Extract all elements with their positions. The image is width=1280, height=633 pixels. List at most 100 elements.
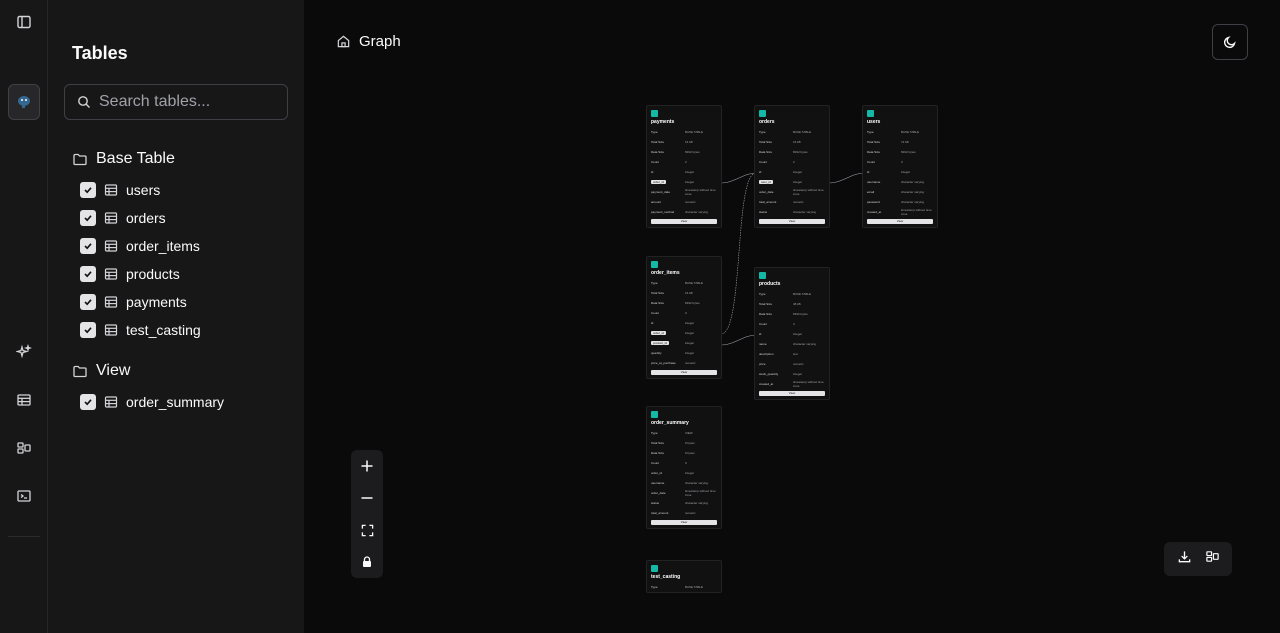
- node-view-button[interactable]: View: [651, 219, 717, 224]
- layout-button[interactable]: [1205, 549, 1220, 569]
- row-value: text: [792, 352, 798, 356]
- zoom-out-button[interactable]: [351, 482, 383, 514]
- checkbox[interactable]: [80, 294, 96, 310]
- node-row: description text: [759, 349, 825, 359]
- search-input[interactable]: [99, 93, 279, 111]
- database-button[interactable]: [8, 84, 40, 120]
- node-header: test_casting: [651, 565, 717, 580]
- checkbox[interactable]: [80, 266, 96, 282]
- row-value: integer: [684, 341, 695, 345]
- row-key: id: [759, 170, 762, 174]
- table-item-order-summary[interactable]: order_summary: [80, 392, 224, 412]
- table-item-label: payments: [126, 294, 187, 310]
- node-row: Total Size 72 kB: [867, 137, 933, 147]
- zoom-in-button[interactable]: [351, 450, 383, 482]
- table-item-test-casting[interactable]: test_casting: [80, 320, 201, 340]
- node-row: price_at_purchase numeric: [651, 358, 717, 368]
- row-key: order_date: [651, 491, 666, 495]
- lock-button[interactable]: [351, 546, 383, 578]
- row-key: Total Size: [759, 302, 773, 306]
- table-node-products[interactable]: products Type BASE TABLE Total Size 48 kB Dat…: [754, 267, 830, 400]
- node-row: id integer: [651, 167, 717, 177]
- table-icon: [104, 296, 118, 308]
- row-key: Type: [759, 292, 766, 296]
- row-key: Total Size: [651, 140, 665, 144]
- table-node-payments[interactable]: payments Type BASE TABLE Total Size 16 kB Dat…: [646, 105, 722, 228]
- node-view-button[interactable]: View: [651, 370, 717, 375]
- foreign-key-badge: user_id: [759, 180, 773, 184]
- row-value: character varying: [792, 342, 816, 346]
- table-icon: [104, 240, 118, 252]
- console-button[interactable]: [8, 480, 40, 512]
- table-item-order-items[interactable]: order_items: [80, 236, 200, 256]
- node-row: price numeric: [759, 359, 825, 369]
- row-value: 3: [900, 160, 903, 164]
- table-type-icon: [651, 261, 658, 268]
- node-row: Data Size 8192 bytes: [651, 298, 717, 308]
- row-value: timestamp without time zone: [684, 489, 716, 497]
- node-row: user_id integer: [759, 177, 825, 187]
- row-value: 2: [792, 160, 795, 164]
- table-item-payments[interactable]: payments: [80, 292, 187, 312]
- table-icon: [104, 396, 118, 408]
- node-view-button[interactable]: View: [651, 520, 717, 525]
- graph-view-button[interactable]: [8, 432, 40, 464]
- tables-view-button[interactable]: [8, 384, 40, 416]
- table-node-users[interactable]: users Type BASE TABLE Total Size 72 kB Data S…: [862, 105, 938, 228]
- graph-canvas[interactable]: Graph payments Type BASE TABLE Total Size 16…: [304, 0, 1280, 633]
- row-key: Data Size: [759, 312, 773, 316]
- table-type-icon: [759, 272, 766, 279]
- node-row: Count 3: [867, 157, 933, 167]
- checkbox[interactable]: [80, 394, 96, 410]
- row-value: 8192 bytes: [792, 312, 808, 316]
- node-row: name character varying: [759, 339, 825, 349]
- node-view-button[interactable]: View: [759, 219, 825, 224]
- node-view-button[interactable]: View: [759, 391, 825, 396]
- row-value: integer: [684, 170, 695, 174]
- checkbox[interactable]: [80, 322, 96, 338]
- download-button[interactable]: [1177, 549, 1192, 569]
- node-row: Data Size 0 bytes: [651, 448, 717, 458]
- row-value: numeric: [792, 200, 804, 204]
- group-view[interactable]: View: [72, 362, 130, 380]
- table-item-label: order_items: [126, 238, 200, 254]
- diagram-icon: [17, 442, 31, 454]
- check-icon: [84, 399, 92, 406]
- checkbox[interactable]: [80, 182, 96, 198]
- table-item-products[interactable]: products: [80, 264, 180, 284]
- row-value: character varying: [900, 190, 924, 194]
- node-header: users: [867, 110, 933, 125]
- table-type-icon: [759, 110, 766, 117]
- table-node-test-casting[interactable]: test_casting Type BASE TABLE: [646, 560, 722, 593]
- table-node-order-summary[interactable]: order_summary Type VIEW Total Size 0 bytes Da…: [646, 406, 722, 529]
- row-key: created_at: [867, 210, 882, 214]
- group-base-table[interactable]: Base Table: [72, 150, 175, 168]
- node-row: created_at timestamp without time zone: [759, 379, 825, 389]
- table-item-users[interactable]: users: [80, 180, 160, 200]
- table-icon: [104, 184, 118, 196]
- row-key: price: [759, 362, 766, 366]
- row-value: numeric: [684, 511, 696, 515]
- checkbox[interactable]: [80, 210, 96, 226]
- row-key: created_at: [759, 382, 774, 386]
- fit-view-button[interactable]: [351, 514, 383, 546]
- node-row: email character varying: [867, 187, 933, 197]
- row-value: timestamp without time zone: [792, 188, 824, 196]
- check-icon: [84, 327, 92, 334]
- table-node-order-items[interactable]: order_items Type BASE TABLE Total Size 16 kB…: [646, 256, 722, 379]
- row-value: 0 bytes: [684, 451, 695, 455]
- table-item-orders[interactable]: orders: [80, 208, 166, 228]
- theme-toggle-button[interactable]: [1212, 24, 1248, 60]
- table-type-icon: [651, 110, 658, 117]
- node-view-button[interactable]: View: [867, 219, 933, 224]
- table-node-orders[interactable]: orders Type BASE TABLE Total Size 16 kB Data …: [754, 105, 830, 228]
- row-value: numeric: [684, 200, 696, 204]
- node-row: Count 3: [651, 308, 717, 318]
- edge-payments-orders: [720, 172, 757, 184]
- row-value: 48 kB: [792, 302, 801, 306]
- row-key: password: [867, 200, 880, 204]
- sidebar-toggle-button[interactable]: [8, 6, 40, 38]
- row-value: 3: [684, 311, 687, 315]
- checkbox[interactable]: [80, 238, 96, 254]
- ai-assistant-button[interactable]: [8, 336, 40, 368]
